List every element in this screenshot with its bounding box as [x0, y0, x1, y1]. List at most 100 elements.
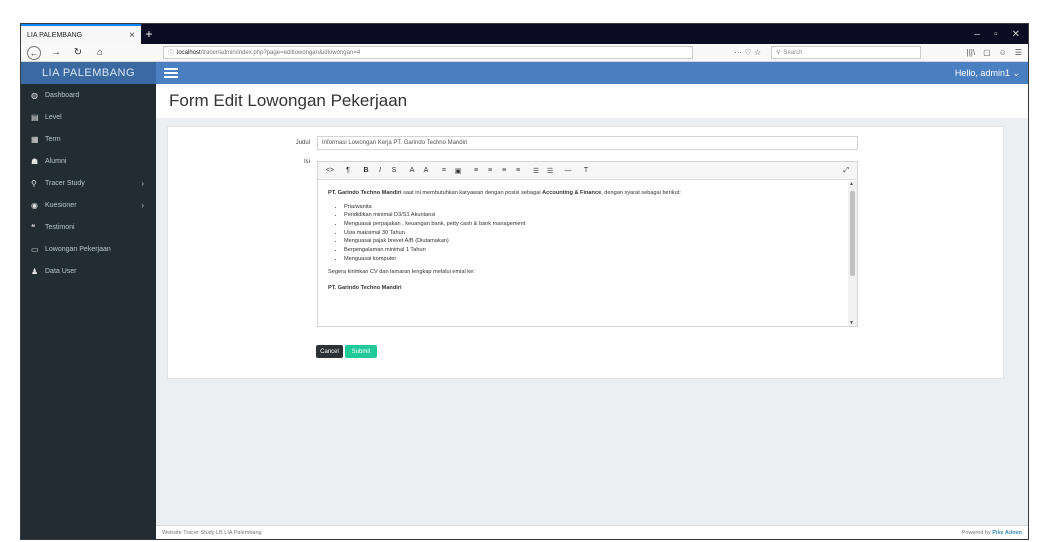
list-item: Menguasai perpajakan , keuangan bank, pe… [344, 220, 843, 229]
reload-icon[interactable]: ↻ [71, 47, 85, 58]
brand-logo[interactable]: LIA PALEMBANG [21, 62, 156, 84]
cancel-button[interactable]: Cancel [316, 345, 343, 358]
sidebar-item-term[interactable]: ▦ Term [21, 128, 156, 150]
sidebar-item-lowongan[interactable]: ▭ Lowongan Pekerjaan [21, 238, 156, 260]
tab-bar: LIA PALEMBANG × + – ▫ ✕ [21, 24, 1028, 44]
page-actions-icon[interactable]: ··· ♡ ☆ [701, 48, 761, 57]
unordered-list-icon[interactable]: ☰ [543, 167, 557, 175]
tab-close-icon[interactable]: × [129, 30, 135, 41]
sidebar-item-testimoni[interactable]: ❝ Testimoni [21, 216, 156, 238]
bold-icon[interactable]: B [359, 167, 373, 174]
sidebar-item-kuesioner[interactable]: ◉ Kuesioner › [21, 194, 156, 216]
url-host: localhost [177, 49, 201, 56]
requirements-list: Pria/wanita Pendidikan minimal D3/S1 Aku… [328, 203, 843, 264]
fullscreen-icon[interactable]: ⤢ [843, 167, 849, 175]
main-content: Form Edit Lowongan Pekerjaan Judul Infor… [156, 84, 1028, 539]
back-icon[interactable]: ← [27, 45, 41, 60]
sidebar-toggle-icon[interactable]: ▢ [983, 48, 991, 57]
top-bar: LIA PALEMBANG Hello, admin1 ⌄ [21, 62, 1028, 84]
list-item: Pendidikan minimal D3/S1 Akuntansi [344, 211, 843, 220]
url-path: /tracer/admin/index.php?page=editlowonga… [200, 49, 361, 56]
user-menu[interactable]: Hello, admin1 ⌄ [955, 62, 1028, 84]
scroll-down-icon[interactable]: ▼ [849, 320, 854, 326]
user-icon: ♟ [31, 266, 39, 276]
tab-title: LIA PALEMBANG [27, 31, 83, 39]
scrollbar-thumb[interactable] [850, 191, 855, 276]
submit-button[interactable]: Submit [345, 345, 377, 358]
library-icon[interactable]: |||\ [967, 48, 975, 57]
sidebar-item-level[interactable]: ▤ Level [21, 106, 156, 128]
subscript-icon[interactable]: A [419, 167, 433, 174]
signature: PT. Garindo Techno Mandiri [328, 284, 402, 291]
align-left-icon[interactable]: ≡ [469, 167, 483, 174]
image-icon[interactable]: ▣ [451, 167, 465, 175]
strikethrough-icon[interactable]: S [387, 167, 401, 174]
list-item: Menguasai pajak brevet A/B (Diutamakan) [344, 237, 843, 246]
horizontal-rule-icon[interactable]: — [561, 167, 575, 174]
sidebar-item-label: Testimoni [45, 223, 75, 231]
close-window-icon[interactable]: ✕ [1012, 29, 1020, 40]
form-panel: Judul Informasi Lowongan Kerja PT. Garin… [167, 126, 1004, 379]
question-icon: ◉ [31, 200, 38, 210]
sidebar-item-label: Term [45, 135, 61, 143]
align-justify-icon[interactable]: ≡ [511, 167, 525, 174]
search-input[interactable]: ⚲ Search [771, 46, 921, 59]
maximize-icon[interactable]: ▫ [994, 29, 998, 40]
ordered-list-icon[interactable]: ☰ [529, 167, 543, 175]
tachometer-icon: ◍ [31, 90, 38, 100]
home-icon[interactable]: ⌂ [93, 47, 107, 58]
list-item: Menguasai komputer [344, 255, 843, 264]
browser-tab[interactable]: LIA PALEMBANG × [21, 24, 141, 44]
info-icon[interactable]: ⓘ [168, 48, 174, 57]
sidebar-item-label: Dashboard [45, 91, 80, 99]
nav-bar: ← → ↻ ⌂ ⓘ localhost /tracer/admin/index.… [21, 44, 1028, 62]
sidebar-item-label: Tracer Study [45, 179, 85, 187]
menu-icon[interactable]: ☰ [1015, 48, 1022, 57]
paragraph-icon[interactable]: ¶ [341, 167, 355, 174]
link-icon[interactable]: ⌗ [437, 167, 451, 175]
browser-window: LIA PALEMBANG × + – ▫ ✕ ← → ↻ ⌂ ⓘ localh… [20, 23, 1029, 540]
sidebar-item-tracer-study[interactable]: ⚲ Tracer Study › [21, 172, 156, 194]
judul-label: Judul [295, 140, 310, 146]
sidebar-item-label: Data User [45, 267, 77, 275]
forward-icon[interactable]: → [49, 47, 63, 58]
editor-content[interactable]: PT. Garindo Techno Mandiri saat ini memb… [318, 181, 857, 326]
list-item: Usia maksimal 30 Tahun [344, 229, 843, 238]
page-title: Form Edit Lowongan Pekerjaan [156, 84, 1028, 118]
sidebar-item-dashboard[interactable]: ◍ Dashboard [21, 84, 156, 106]
sidebar-item-alumni[interactable]: ☗ Alumni [21, 150, 156, 172]
browser-toolbar-icons: |||\ ▢ ☺ ☰ [967, 48, 1022, 57]
isi-label: Isi [304, 159, 310, 165]
editor-scrollbar[interactable]: ▲ ▼ [848, 181, 857, 326]
list-item: Pria/wanita [344, 203, 843, 212]
footer-left: Website Tracer Study LB LIA Palembang [162, 529, 262, 536]
keyboard-icon: ▭ [31, 244, 39, 254]
sidebar-item-label: Alumni [45, 157, 67, 165]
align-center-icon[interactable]: ≡ [483, 167, 497, 174]
superscript-icon[interactable]: A [405, 167, 419, 174]
calendar-icon: ▦ [31, 134, 39, 144]
closing-paragraph: Segera kirimkan CV dan lamaran lengkap m… [328, 269, 475, 276]
scroll-up-icon[interactable]: ▲ [849, 181, 854, 187]
extension-icon[interactable]: ☺ [999, 48, 1007, 57]
list-icon: ▤ [31, 112, 39, 122]
align-right-icon[interactable]: ≡ [497, 167, 511, 174]
footer: Website Tracer Study LB LIA Palembang Po… [156, 525, 1028, 539]
sidebar-item-label: Lowongan Pekerjaan [45, 245, 111, 253]
sidebar-item-data-user[interactable]: ♟ Data User [21, 260, 156, 282]
sidebar: ◍ Dashboard ▤ Level ▦ Term ☗ Alumni ⚲ Tr… [21, 84, 156, 539]
judul-input[interactable]: Informasi Lowongan Kerja PT. Garindo Tec… [317, 136, 858, 150]
code-view-icon[interactable]: <> [323, 167, 337, 174]
window-controls: – ▫ ✕ [975, 24, 1029, 44]
rich-text-editor: <> ¶ B I S A A ⌗ ▣ ≡ ≡ ≡ ≡ ☰ ☰ — T ⤢ PT.… [317, 161, 858, 327]
minimize-icon[interactable]: – [975, 29, 981, 40]
hamburger-icon[interactable] [164, 62, 178, 84]
italic-icon[interactable]: I [373, 167, 387, 174]
sidebar-item-label: Kuesioner [45, 201, 77, 209]
clear-format-icon[interactable]: T [579, 167, 593, 174]
intro-paragraph: PT. Garindo Techno Mandiri saat ini memb… [328, 190, 681, 196]
sidebar-item-label: Level [45, 113, 62, 121]
url-bar[interactable]: ⓘ localhost /tracer/admin/index.php?page… [163, 46, 693, 59]
new-tab-button[interactable]: + [141, 24, 157, 44]
pike-admin-link[interactable]: Pike Admin [992, 530, 1022, 536]
